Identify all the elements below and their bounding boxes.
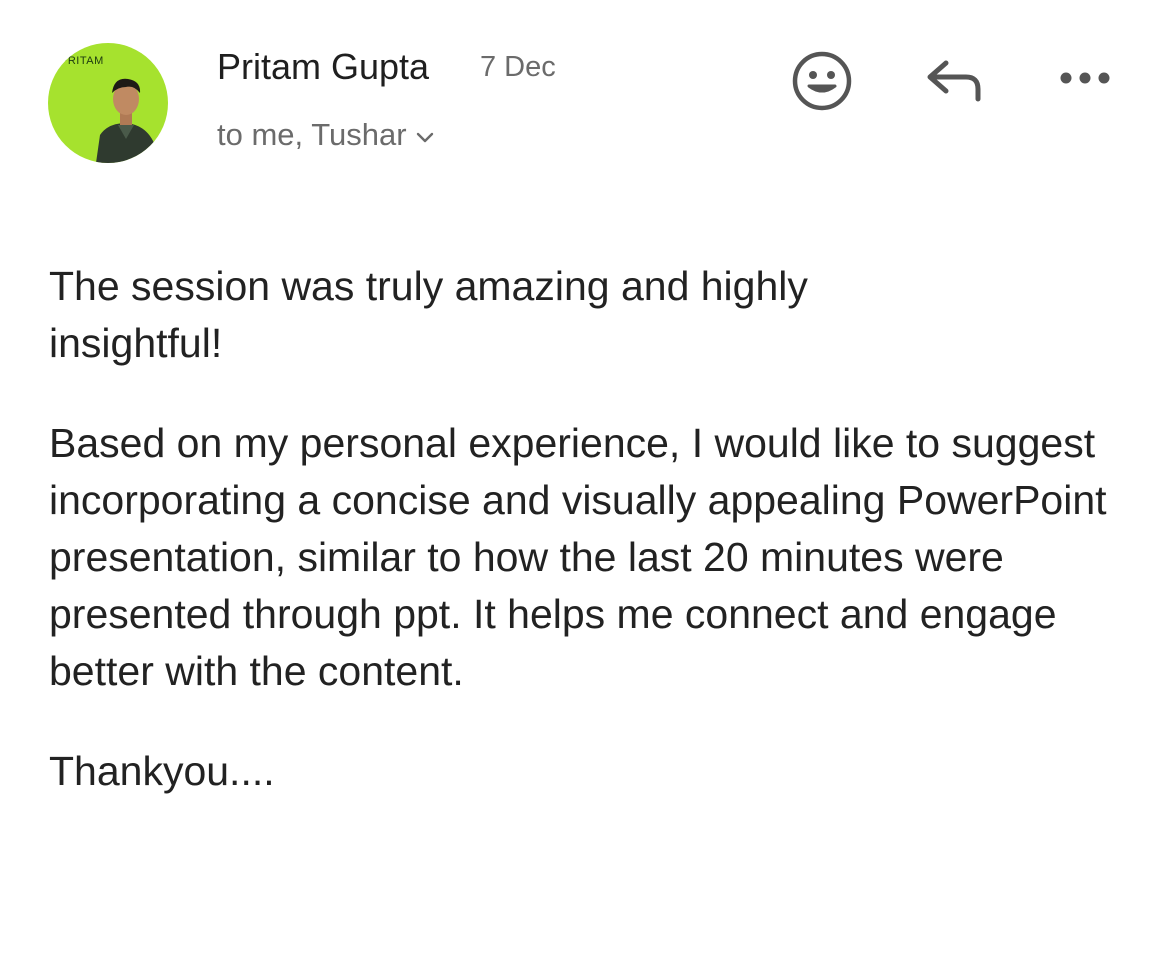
recipients-toggle[interactable]: to me, Tushar xyxy=(217,117,435,153)
sender-avatar[interactable]: PRITAM xyxy=(48,43,168,163)
emoji-reaction-button[interactable] xyxy=(790,49,854,113)
sender-name[interactable]: Pritam Gupta xyxy=(217,46,429,88)
smiley-face-icon xyxy=(792,51,852,111)
more-options-icon xyxy=(1060,72,1110,84)
message-paragraph: Based on my personal experience, I would… xyxy=(49,420,1107,694)
sent-date: 7 Dec xyxy=(480,51,556,83)
reply-button[interactable] xyxy=(922,53,986,109)
reply-arrow-icon xyxy=(927,60,981,102)
message-signoff: Thankyou.... xyxy=(49,748,275,794)
recipients-label: to me, Tushar xyxy=(217,117,407,152)
message-body: The session was truly amazing and highly… xyxy=(49,258,1129,800)
avatar-label: PRITAM xyxy=(60,55,104,67)
email-view: PRITAM Pritam Gupta 7 Dec to me, Tushar xyxy=(0,0,1170,957)
more-options-button[interactable] xyxy=(1056,62,1114,94)
chevron-down-icon xyxy=(415,117,435,153)
email-header: PRITAM Pritam Gupta 7 Dec to me, Tushar xyxy=(0,0,1170,200)
message-paragraph: The session was truly amazing and highly… xyxy=(49,263,808,366)
